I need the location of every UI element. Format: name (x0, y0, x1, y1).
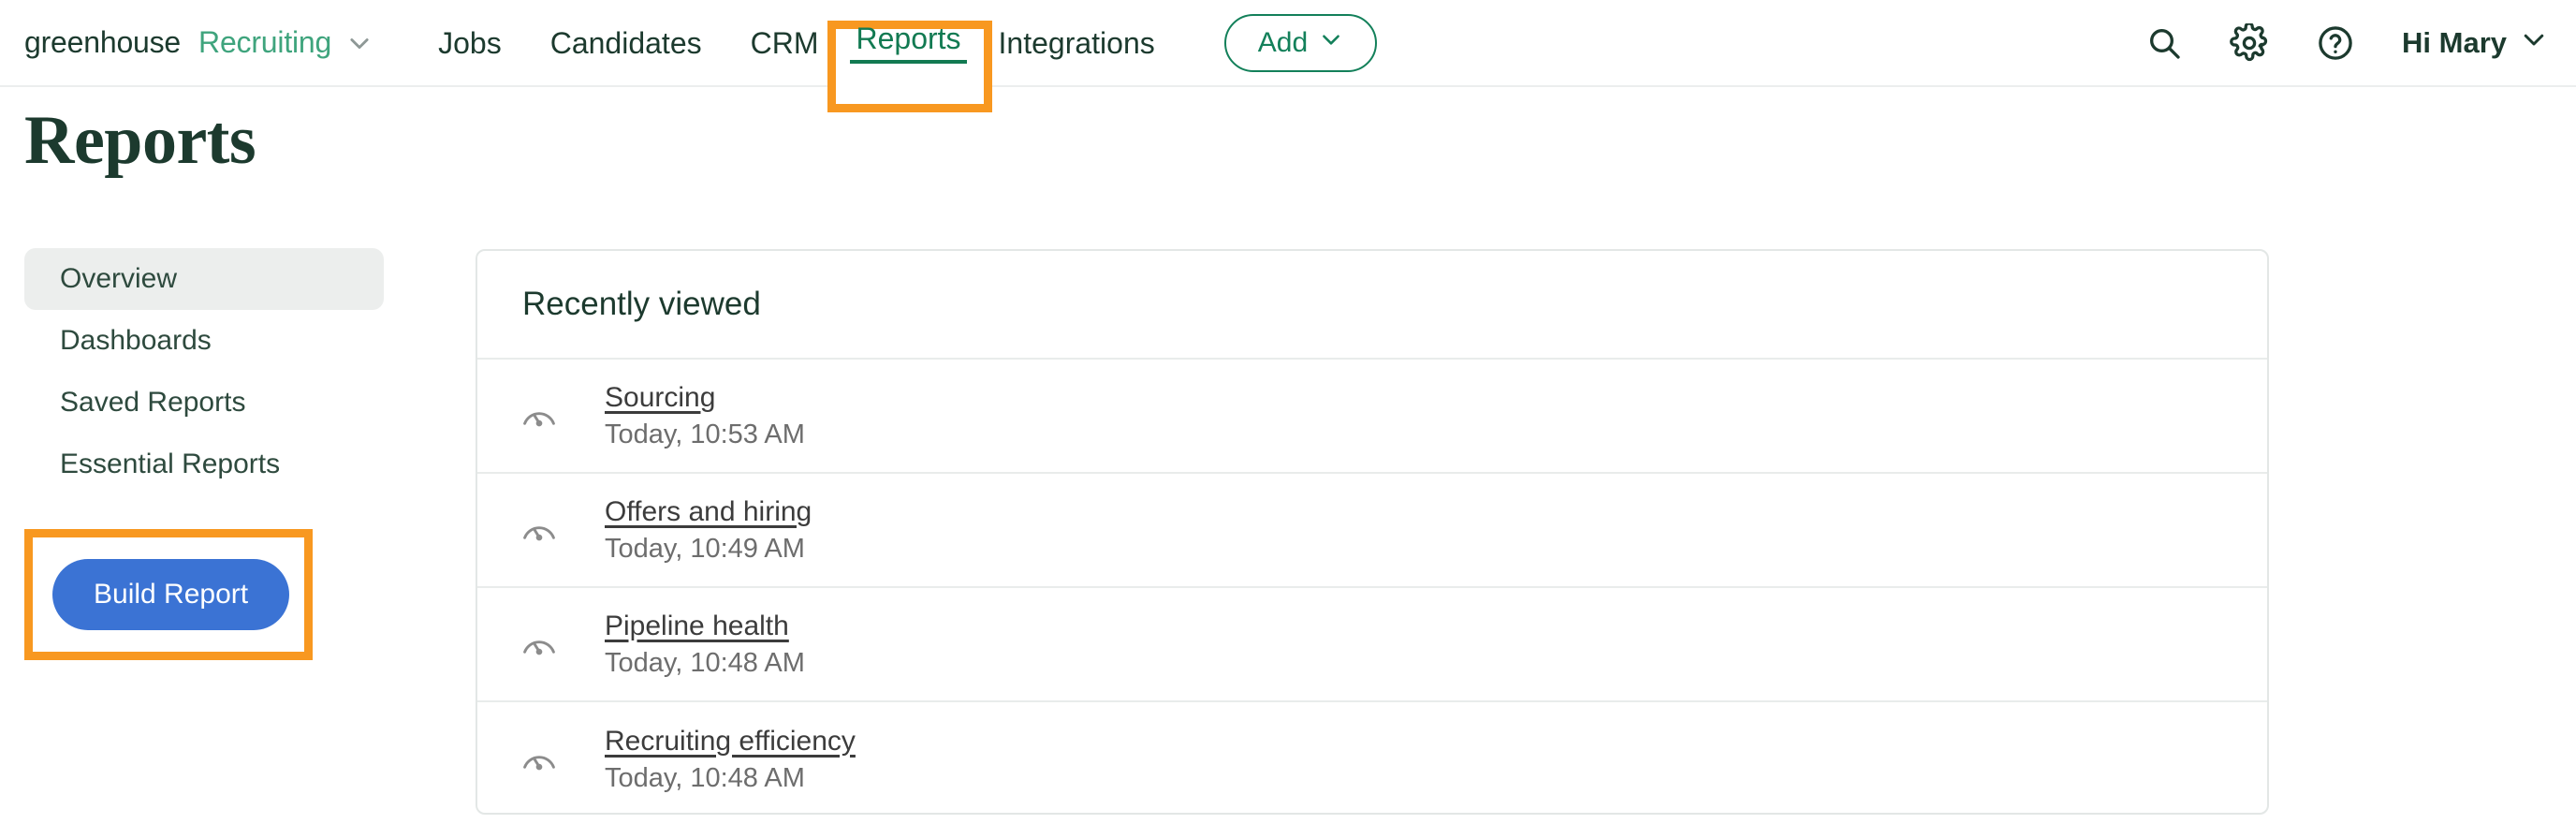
user-menu[interactable]: Hi Mary (2402, 25, 2548, 61)
list-item-text: Pipeline health Today, 10:48 AM (605, 611, 805, 679)
sidebar-item-label: Essential Reports (60, 449, 281, 479)
brand-logo[interactable]: greenhouse Recruiting (24, 25, 373, 60)
sidebar-item-dashboards[interactable]: Dashboards (24, 310, 384, 372)
list-item[interactable]: Pipeline health Today, 10:48 AM (477, 588, 2267, 702)
list-item-title[interactable]: Offers and hiring (605, 496, 812, 528)
list-item-title[interactable]: Pipeline health (605, 611, 789, 642)
nav-item-jobs[interactable]: Jobs (414, 0, 526, 86)
sidebar-item-label: Saved Reports (60, 387, 246, 418)
sidebar-item-essential-reports[interactable]: Essential Reports (24, 434, 384, 495)
question-circle-icon[interactable] (2316, 23, 2355, 63)
user-menu-label: Hi Mary (2402, 25, 2507, 59)
list-item-text: Sourcing Today, 10:53 AM (605, 382, 805, 450)
chevron-down-icon (1319, 27, 1343, 59)
list-item[interactable]: Recruiting efficiency Today, 10:48 AM (477, 702, 2267, 813)
list-item-title[interactable]: Sourcing (605, 382, 715, 414)
list-item-timestamp: Today, 10:53 AM (605, 419, 805, 449)
build-report-button[interactable]: Build Report (52, 559, 290, 630)
add-button-label: Add (1257, 26, 1309, 58)
nav-item-candidates[interactable]: Candidates (526, 0, 726, 86)
nav-item-crm[interactable]: CRM (726, 0, 843, 86)
gauge-icon (519, 739, 605, 780)
list-item-text: Offers and hiring Today, 10:49 AM (605, 496, 812, 565)
nav-item-reports-container: Reports (827, 21, 993, 112)
add-button[interactable]: Add (1223, 13, 1378, 72)
top-navigation-bar: greenhouse Recruiting Jobs Candidates CR… (0, 0, 2576, 112)
recently-viewed-card: Recently viewed Sourcing Today, 10:53 AM… (476, 249, 2269, 815)
brand-product: Recruiting (198, 25, 332, 59)
chevron-down-icon[interactable] (346, 30, 373, 56)
nav-right-group: Hi Mary (2145, 22, 2548, 63)
sidebar-item-overview[interactable]: Overview (24, 248, 384, 310)
list-item[interactable]: Offers and hiring Today, 10:49 AM (477, 474, 2267, 588)
brand-name: greenhouse (24, 25, 182, 59)
search-icon[interactable] (2145, 24, 2183, 62)
list-item-title[interactable]: Recruiting efficiency (605, 726, 856, 758)
nav-item-integrations[interactable]: Integrations (974, 0, 1179, 86)
sidebar-item-saved-reports[interactable]: Saved Reports (24, 372, 384, 434)
gauge-icon (519, 624, 605, 665)
list-item-timestamp: Today, 10:48 AM (605, 762, 805, 793)
card-header: Recently viewed (477, 251, 2267, 360)
chevron-down-icon (2520, 25, 2548, 61)
list-item-timestamp: Today, 10:49 AM (605, 533, 805, 564)
gauge-icon (519, 395, 605, 436)
list-item-text: Recruiting efficiency Today, 10:48 AM (605, 726, 856, 794)
sidebar: Overview Dashboards Saved Reports Essent… (24, 248, 384, 660)
list-item-timestamp: Today, 10:48 AM (605, 647, 805, 678)
list-item[interactable]: Sourcing Today, 10:53 AM (477, 360, 2267, 474)
gauge-icon (519, 509, 605, 551)
gear-icon[interactable] (2230, 22, 2269, 63)
page-title: Reports (24, 102, 256, 179)
nav-item-reports[interactable]: Reports (850, 22, 967, 64)
sidebar-item-label: Dashboards (60, 325, 212, 356)
sidebar-item-label: Overview (60, 263, 178, 294)
